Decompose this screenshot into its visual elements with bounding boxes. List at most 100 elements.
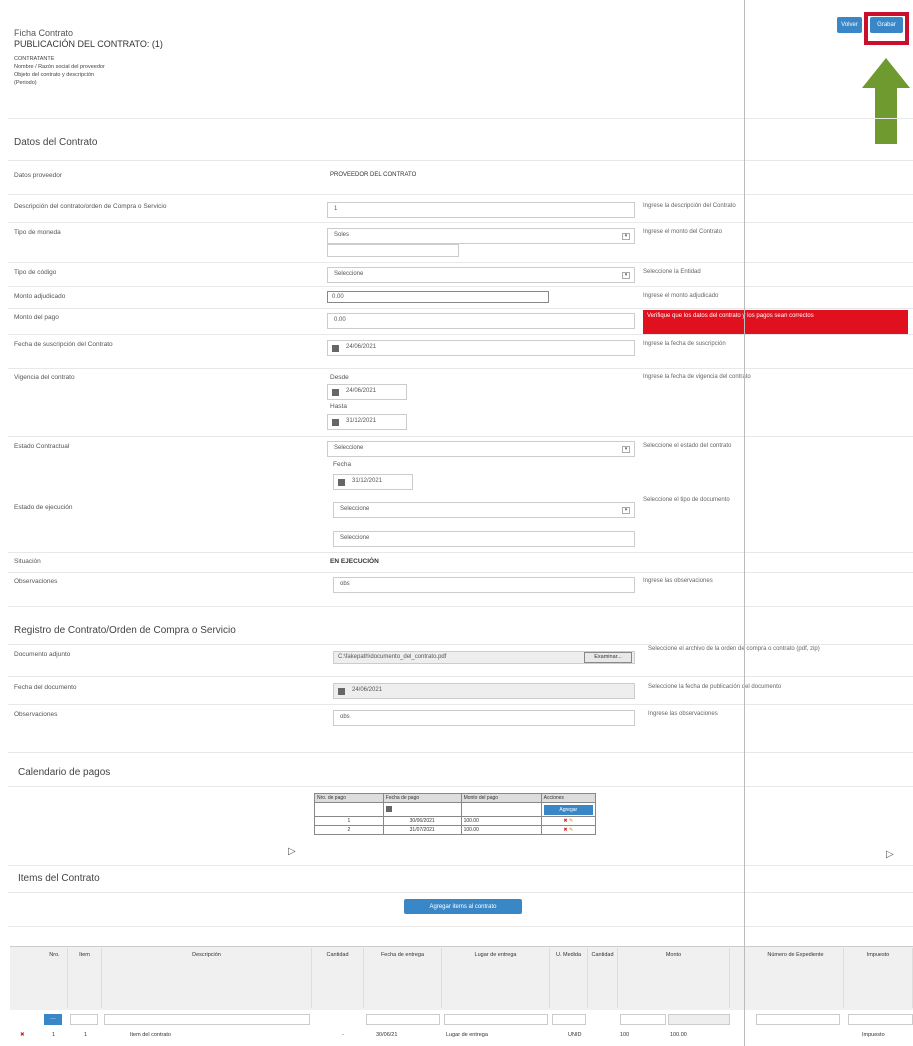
header-line: CONTRATANTE [14,56,55,62]
estado-select[interactable]: Seleccione ▾ [327,441,635,457]
filter-input[interactable] [366,1014,440,1025]
cursor-icon: ▷ [886,849,894,860]
fecha-label: Fecha de suscripción del Contrato [14,341,113,348]
divider [8,368,913,369]
registro-obs-input[interactable]: obs [333,710,635,726]
section-title-datos: Datos del Contrato [14,137,98,148]
browse-button[interactable]: Examinar... [584,652,632,663]
divider [8,334,913,335]
estado2-select[interactable]: Seleccione ▾ [333,502,635,518]
col-header: Impuesto [844,948,913,1008]
cell: Lugar de entrega [446,1032,488,1038]
monto-help: Ingrese el monto adjudicado [643,293,719,299]
vigencia-hasta-label: Hasta [330,403,347,410]
col-header: Cantidad [312,948,364,1008]
estado-label: Estado Contractual [14,443,70,450]
col-header: Descripción [102,948,312,1008]
cell: 2 [314,825,384,835]
situacion-label: Situación [14,558,41,565]
back-button[interactable]: Volver [837,17,862,33]
col-header: Cantidad [588,948,618,1008]
fecha-help: Ingrese la fecha de suscripción [643,341,726,347]
delete-icon[interactable]: ✖ [20,1032,25,1038]
chevron-down-icon: ▾ [622,446,630,453]
divider [8,308,913,309]
monto-input[interactable]: 0.00 [327,291,549,303]
calendar-icon [338,479,345,486]
header-line: (Periodo) [14,80,37,86]
cell: 1 [52,1032,56,1038]
fecha2-input[interactable]: 31/12/2021 [333,474,413,490]
vigencia-desde-label: Desde [330,374,349,381]
calendar-icon [385,805,392,812]
filter-input[interactable] [620,1014,666,1025]
vigencia-desde-input[interactable]: 24/06/2021 [327,384,407,400]
moneda-extra-input[interactable] [327,244,459,257]
divider [8,676,913,677]
pago-input[interactable]: 0.00 [327,313,635,329]
divider [8,865,913,866]
pago-alert: Verifique que los datos del contrato y l… [643,310,908,334]
filter-input[interactable] [444,1014,548,1025]
descripcion-input[interactable]: 1 [327,202,635,218]
estado-selected: Seleccione [334,445,364,451]
delete-icon[interactable]: ✖ [563,818,567,824]
delete-icon[interactable]: ✖ [563,827,567,833]
estado2-help: Seleccione el tipo de documento [643,497,730,503]
divider [8,118,913,119]
estado2-selected: Seleccione [340,506,370,512]
save-button[interactable]: Grabar [870,17,903,33]
archivo-help: Seleccione el archivo de la orden de com… [648,646,820,652]
new-payment-amount-input[interactable] [460,802,542,817]
divider [8,572,913,573]
filter-input[interactable] [756,1014,840,1025]
divider [8,786,913,787]
filter-input[interactable] [104,1014,310,1025]
codigo-help: Seleccione la Entidad [643,269,701,275]
filter-button[interactable]: … [44,1014,62,1025]
payment-table: Nro. de pago Fecha de pago Monto del pag… [314,793,597,835]
new-payment-date-input[interactable] [382,802,462,817]
calendar-icon [332,345,339,352]
add-payment-button[interactable]: Agregar [543,804,593,815]
divider [8,704,913,705]
col-header: Fecha de entrega [364,948,442,1008]
section-title-items: Items del Contrato [18,873,100,884]
arrow-up-icon [862,58,910,144]
registro-fecha-input[interactable]: 24/06/2021 [333,683,635,699]
obs-input[interactable]: obs [333,577,635,593]
codigo-label: Tipo de código [14,269,57,276]
descripcion-help: Ingrese la descripción del Contrato [643,203,736,209]
divider [8,752,913,753]
divider [8,286,913,287]
moneda-select[interactable]: Soles ▾ [327,228,635,244]
estado2-label: Estado de ejecución [14,504,73,511]
filter-input[interactable] [848,1014,913,1025]
divider [8,436,913,437]
divider [8,606,913,607]
cell: 100.00 [670,1032,687,1038]
filter-input[interactable] [552,1014,586,1025]
moneda-help: Ingrese el monto del Contrato [643,229,723,235]
col-header: Item [68,948,102,1008]
vigencia-label: Vigencia del contrato [14,374,75,381]
cell: 100 [620,1032,630,1038]
vigencia-hasta-input[interactable]: 31/12/2021 [327,414,407,430]
filter-input[interactable] [668,1014,730,1025]
cell: 31/07/2021 [382,825,462,835]
estado2-extra-input[interactable]: Seleccione [333,531,635,547]
calendar-icon [332,419,339,426]
codigo-select[interactable]: Seleccione ▾ [327,267,635,283]
proveedor-label: Datos proveedor [14,172,63,179]
col-header: Fecha de pago [382,793,462,803]
registro-obs-help: Ingrese las observaciones [648,711,718,717]
filter-input[interactable] [70,1014,98,1025]
edit-icon[interactable]: ✎ [569,827,573,833]
edit-icon[interactable]: ✎ [569,818,573,824]
vigencia-help: Ingrese la fecha de vigencia del contrat… [643,374,751,380]
fecha-input[interactable]: 24/06/2021 [327,340,635,356]
cell: Impuesto [862,1032,885,1038]
moneda-selected: Soles [334,232,350,238]
add-items-button[interactable]: Agregar items al contrato [404,899,522,914]
divider [8,194,913,195]
